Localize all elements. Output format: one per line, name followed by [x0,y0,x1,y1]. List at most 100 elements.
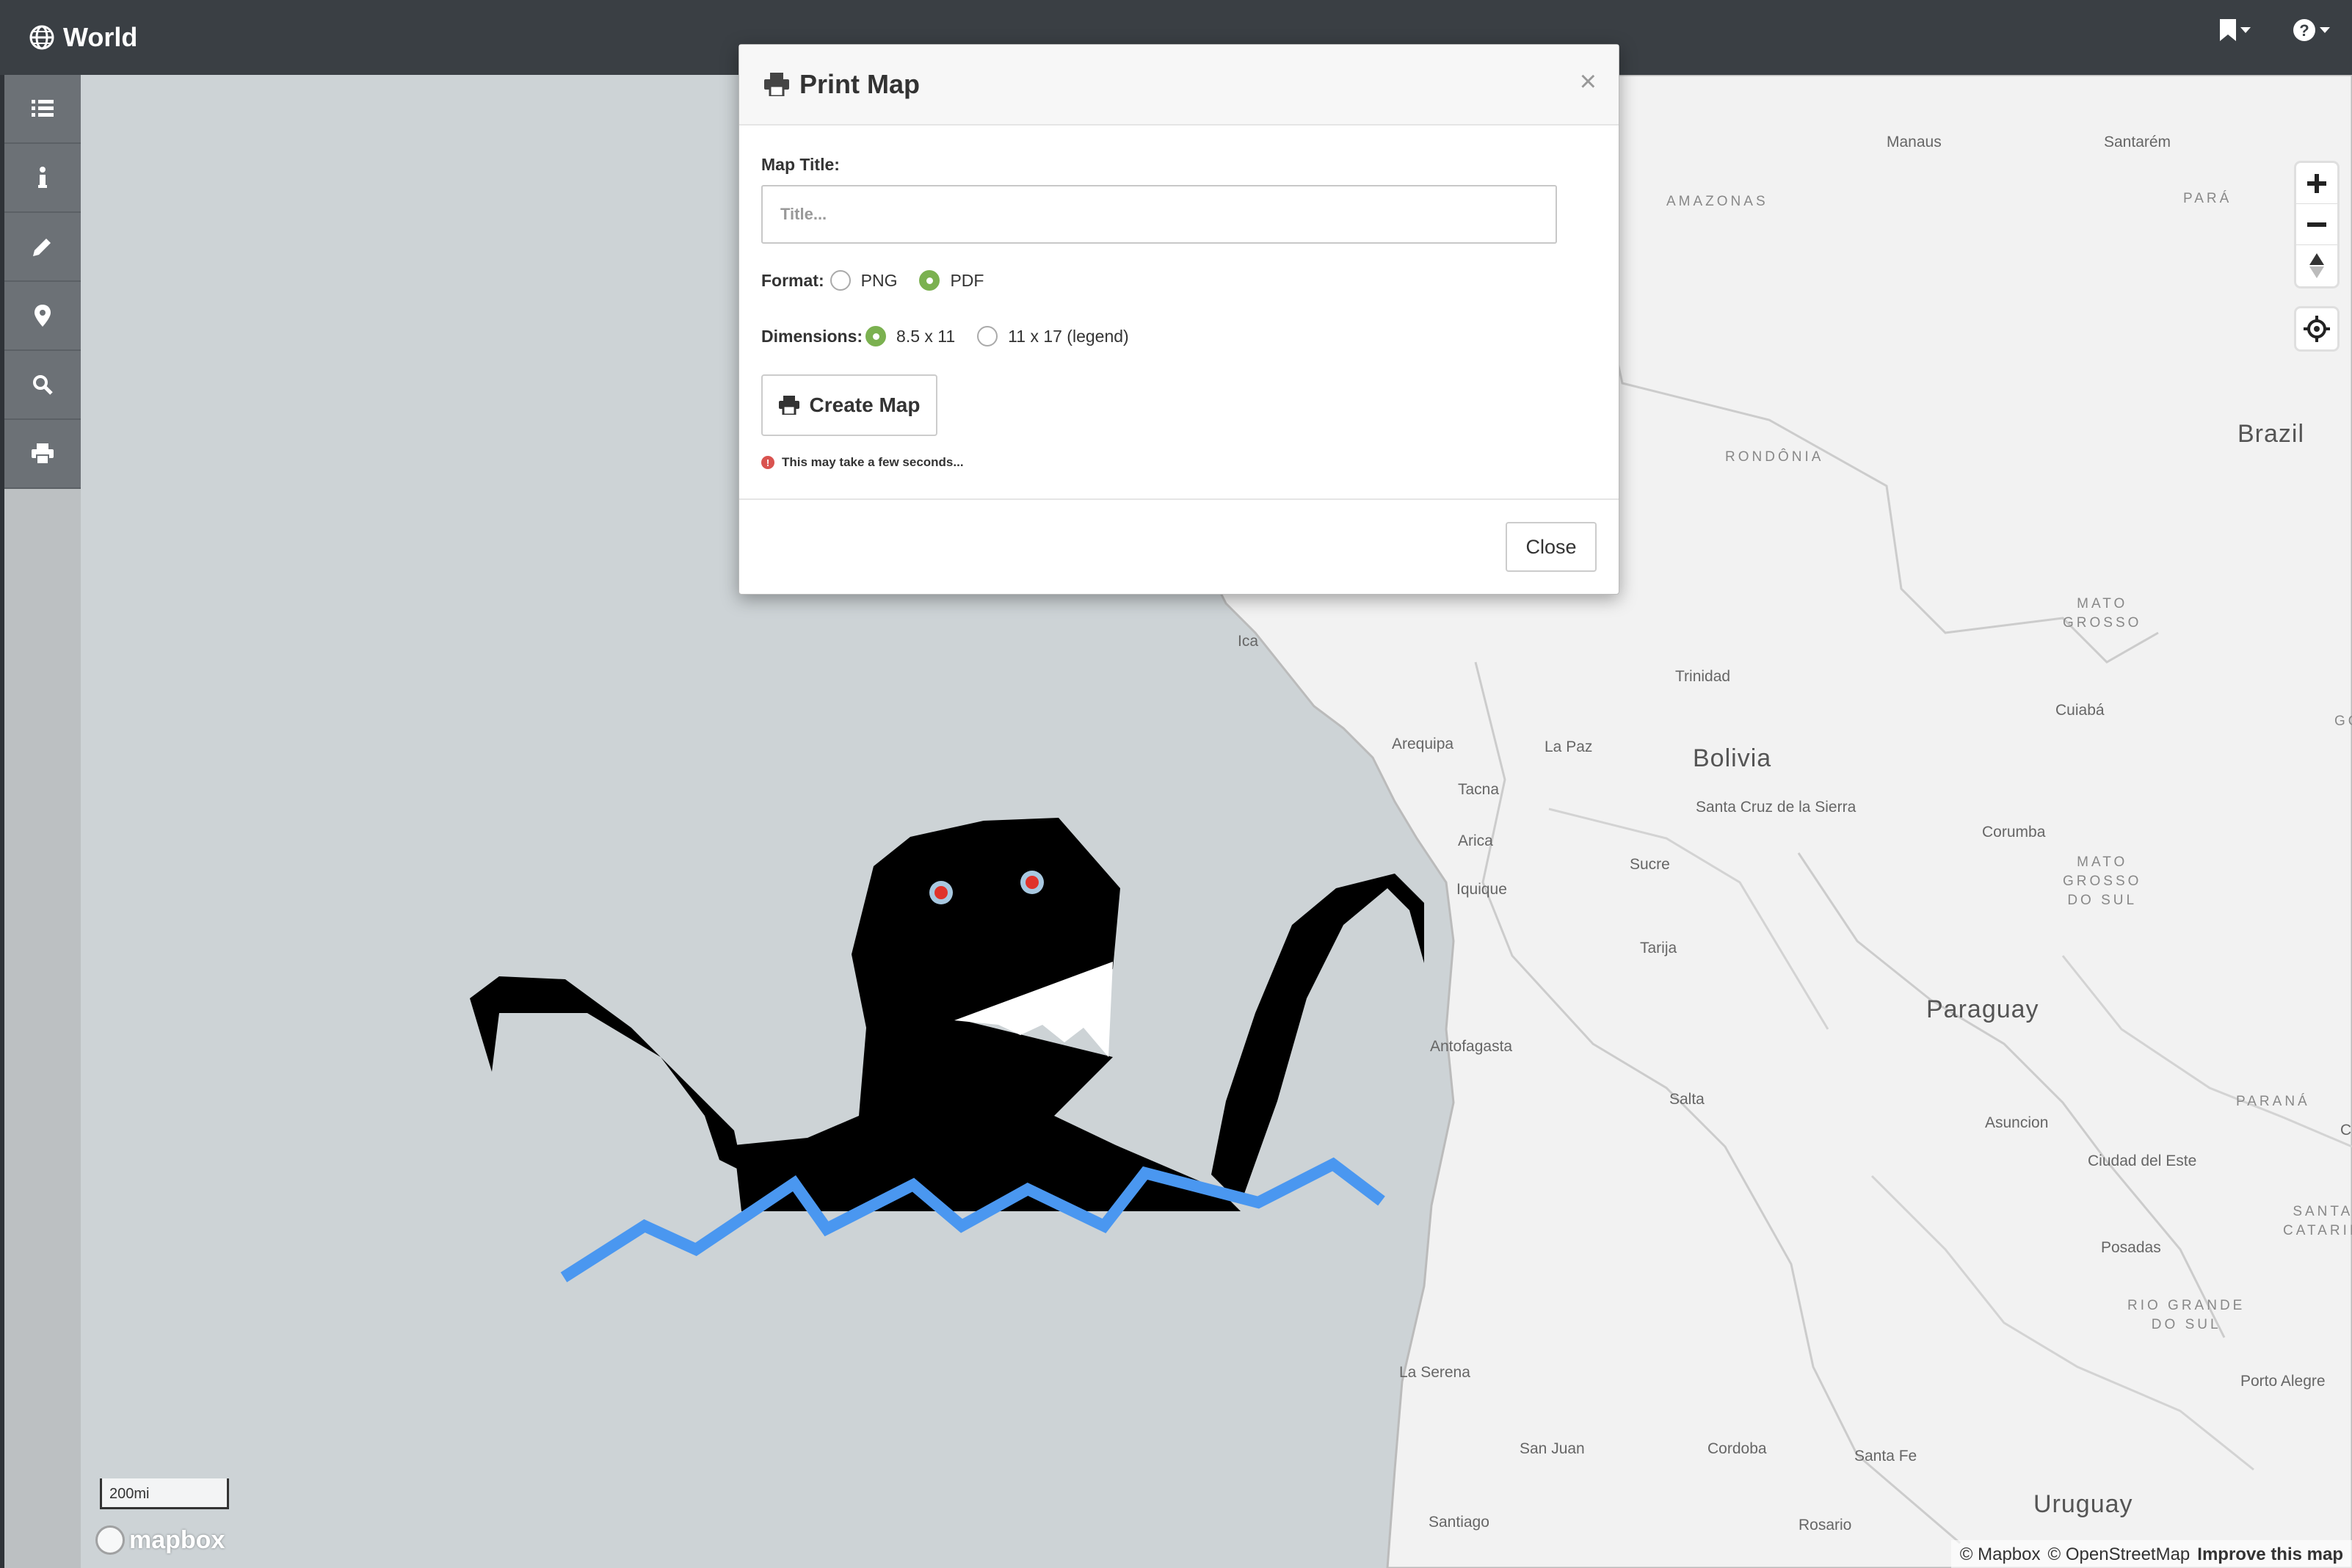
scale-bar: 200mi [100,1478,229,1509]
place-uruguay: Uruguay [2033,1490,2133,1518]
zoom-controls [2296,163,2337,286]
place-corumba: Corumba [1982,824,2046,841]
exclamation-circle-icon: ! [761,456,774,469]
map-title-input[interactable] [761,185,1557,244]
place-sucre: Sucre [1630,856,1670,873]
place-porto-alegre: Porto Alegre [2240,1373,2326,1390]
format-row: Format: PNG PDF [761,270,1597,291]
place-santa-catarina: SANTA CATARIN [2283,1204,2352,1238]
help-icon: ? [2293,19,2315,41]
sidebar-item-info[interactable] [4,144,81,213]
dialog-body: Map Title: Format: PNG PDF Dimensions: 8… [739,126,1619,470]
place-para: PARÁ [2183,191,2232,206]
pencil-icon [33,239,51,256]
place-la-paz: La Paz [1545,738,1593,755]
sidebar-item-layers[interactable] [4,75,81,144]
chevron-down-icon [2240,27,2251,33]
attribution-mapbox-link[interactable]: © Mapbox [1960,1545,2041,1564]
format-pdf-radio[interactable] [919,270,940,291]
format-png-label[interactable]: PNG [861,271,898,291]
print-icon [778,396,799,415]
info-icon [38,167,47,188]
place-santiago: Santiago [1429,1514,1489,1531]
print-icon [32,443,54,464]
print-icon [764,73,789,96]
dialog-title: Print Map [799,69,921,99]
zoom-in-button[interactable] [2296,163,2337,204]
dimensions-row: Dimensions: 8.5 x 11 11 x 17 (legend) [761,326,1597,346]
place-san-juan: San Juan [1520,1440,1585,1457]
place-asuncion: Asuncion [1985,1114,2049,1131]
place-santarem: Santarém [2104,134,2171,150]
dimension-tabloid-label[interactable]: 11 x 17 (legend) [1008,327,1129,346]
place-rio-grande-do-sul: RIO GRANDE DO SUL [2127,1298,2246,1332]
bookmarks-dropdown[interactable] [2220,19,2251,41]
geolocate-button[interactable] [2296,308,2337,349]
improve-map-link[interactable]: Improve this map [2197,1545,2343,1564]
app-title: World [63,22,138,52]
left-toolbar [0,75,81,1568]
place-tarija: Tarija [1640,940,1677,957]
dimensions-label: Dimensions: [761,326,863,346]
mapbox-logo-icon [95,1525,125,1555]
zoom-out-button[interactable] [2296,204,2337,245]
dimension-tabloid-radio[interactable] [977,326,998,346]
place-ica: Ica [1238,633,1259,650]
place-rondonia: RONDÔNIA [1725,449,1824,465]
dialog-close-x-button[interactable]: × [1580,65,1597,98]
globe-icon [29,25,54,50]
format-png-radio[interactable] [830,270,851,291]
sidebar-item-print[interactable] [4,420,81,489]
print-warning: ! This may take a few seconds... [761,455,1597,470]
plus-icon [2307,173,2326,193]
help-dropdown[interactable]: ? [2293,19,2330,41]
warning-text: This may take a few seconds... [782,455,964,469]
map-attribution: © Mapbox © OpenStreetMap Improve this ma… [1950,1540,2352,1568]
map-marker-icon [35,305,51,327]
place-salta: Salta [1669,1091,1705,1108]
dialog-footer: Close [739,498,1619,595]
place-ciudad-del-este: Ciudad del Este [2088,1153,2197,1169]
mapbox-logo[interactable]: mapbox [95,1525,225,1555]
crosshair-icon [2304,316,2330,342]
search-icon [33,375,53,395]
dimension-letter-radio[interactable] [865,326,887,346]
compass-icon [2309,253,2324,278]
place-paraguay: Paraguay [1926,995,2039,1023]
list-icon [32,100,54,117]
place-bolivia: Bolivia [1693,744,1772,772]
place-tacna: Tacna [1458,781,1500,798]
svg-text:?: ? [2299,21,2309,40]
bookmark-icon [2220,19,2236,41]
place-posadas: Posadas [2101,1239,2161,1256]
dimension-letter-label[interactable]: 8.5 x 11 [896,327,955,346]
close-button[interactable]: Close [1506,522,1597,572]
attribution-osm-link[interactable]: © OpenStreetMap [2048,1545,2191,1564]
create-map-button[interactable]: Create Map [761,374,937,436]
compass-button[interactable] [2296,245,2337,286]
sidebar-item-search[interactable] [4,351,81,420]
place-brazil: Brazil [2237,420,2305,448]
place-cordoba: Cordoba [1707,1440,1767,1457]
format-pdf-label[interactable]: PDF [950,271,984,291]
place-mato-grosso-do-sul: MATO GROSSO DO SUL [2063,854,2142,908]
place-go-clipped: GO [2334,714,2352,729]
sidebar-item-markers[interactable] [4,282,81,351]
place-parana: PARANÁ [2236,1094,2310,1109]
sidebar-item-draw[interactable] [4,213,81,282]
print-map-dialog: Print Map × Map Title: Format: PNG PDF D… [738,44,1619,595]
place-santa-cruz: Santa Cruz de la Sierra [1696,799,1856,816]
place-amazonas: AMAZONAS [1666,194,1768,209]
app-root: Manaus Santarém AMAZONAS PARÁ Brazil RON… [0,0,2352,1568]
place-antofagasta: Antofagasta [1430,1038,1513,1055]
minus-icon [2307,222,2326,227]
create-map-label: Create Map [809,393,921,416]
place-manaus: Manaus [1887,134,1942,150]
place-cuiaba: Cuiabá [2055,702,2105,719]
brand[interactable]: World [29,19,137,56]
map-title-label: Map Title: [761,155,840,174]
dialog-header: Print Map × [739,45,1619,126]
place-c-clipped: C [2340,1122,2352,1139]
place-rosario: Rosario [1799,1517,1852,1533]
place-iquique: Iquique [1456,881,1507,898]
